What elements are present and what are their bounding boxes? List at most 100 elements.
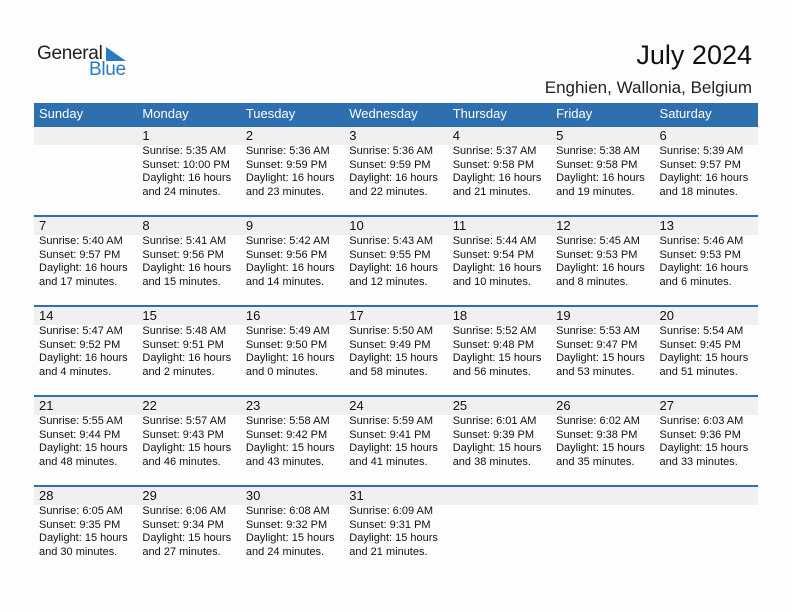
sunrise-time: Sunrise: 5:59 AM [349,415,434,427]
sunrise-time: Sunrise: 5:43 AM [349,235,434,247]
empty-day-cell [34,127,137,199]
day-number: 7 [39,218,47,233]
day-cell: 7 Sunrise: 5:40 AM Sunset: 9:57 PM Daylight… [34,217,137,289]
sunrise-time: Sunrise: 5:45 AM [556,235,640,247]
day-number: 14 [39,308,54,323]
day-cell: 26 Sunrise: 6:02 AM Sunset: 9:38 PM Dayligh… [551,397,654,469]
daylight-minutes: and 38 minutes. [452,455,531,468]
day-number: 28 [39,488,54,503]
week-row: 1 Sunrise: 5:35 AM Sunset: 10:00 PM Dayligh… [34,125,758,215]
weekday-friday: Friday [556,106,593,121]
daylight-hours: Daylight: 16 hours [142,262,232,274]
day-number: 16 [245,308,261,323]
daylight-hours: Daylight: 16 hours [556,262,645,274]
day-number: 30 [245,488,261,503]
sunset-time: Sunset: 9:54 PM [452,248,535,261]
sunrise-time: Sunrise: 5:36 AM [349,145,434,157]
daylight-minutes: and 4 minutes. [39,365,112,378]
sunrise-time: Sunrise: 5:55 AM [39,415,123,427]
empty-day-cell [551,487,654,559]
sunrise-time: Sunrise: 5:48 AM [142,325,227,337]
daylight-minutes: and 22 minutes. [349,185,428,198]
sunrise-time: Sunrise: 5:50 AM [349,325,434,337]
sunset-time: Sunset: 9:38 PM [556,428,638,441]
daylight-hours: Daylight: 15 hours [349,442,438,454]
week-row: 21 Sunrise: 5:55 AM Sunset: 9:44 PM Dayligh… [34,395,758,485]
daylight-minutes: and 17 minutes. [39,275,118,288]
location-subtitle: Enghien, Wallonia, Belgium [544,78,752,97]
day-cell: 4 Sunrise: 5:37 AM Sunset: 9:58 PM Daylight… [448,127,551,199]
day-cell: 13 Sunrise: 5:46 AM Sunset: 9:53 PM Dayligh… [655,217,758,289]
daylight-minutes: and 15 minutes. [142,275,221,288]
day-cell: 22 Sunrise: 5:57 AM Sunset: 9:43 PM Dayligh… [137,397,240,469]
day-cell: 28 Sunrise: 6:05 AM Sunset: 9:35 PM Dayligh… [34,487,137,559]
week-cells: 1 Sunrise: 5:35 AM Sunset: 10:00 PM Dayligh… [34,127,758,199]
daylight-hours: Daylight: 16 hours [245,262,335,274]
daylight-hours: Daylight: 16 hours [245,352,335,364]
sunrise-time: Sunrise: 6:03 AM [659,415,744,427]
sunset-time: Sunset: 9:53 PM [556,248,638,261]
week-row: 7 Sunrise: 5:40 AM Sunset: 9:57 PM Daylight… [34,215,758,305]
day-number: 18 [452,308,468,323]
daylight-minutes: and 21 minutes. [452,185,531,198]
daylight-hours: Daylight: 15 hours [245,442,335,454]
sunset-time: Sunset: 9:51 PM [142,338,224,351]
sunset-time: Sunset: 9:56 PM [142,248,224,261]
day-cell: 2 Sunrise: 5:36 AM Sunset: 9:59 PM Daylight… [241,127,344,199]
day-cell: 5 Sunrise: 5:38 AM Sunset: 9:58 PM Daylight… [551,127,654,199]
sunrise-time: Sunrise: 5:38 AM [556,145,640,157]
day-number: 21 [39,398,54,413]
daylight-hours: Daylight: 15 hours [142,532,232,544]
daylight-hours: Daylight: 15 hours [659,442,749,454]
weekday-saturday: Saturday [659,106,712,121]
day-cell: 31 Sunrise: 6:09 AM Sunset: 9:31 PM Dayligh… [344,487,447,559]
sunrise-time: Sunrise: 5:49 AM [245,325,330,337]
day-number: 26 [556,398,571,413]
sunrise-time: Sunrise: 5:54 AM [659,325,744,337]
day-number: 31 [349,488,364,503]
weekday-thursday: Thursday [452,106,507,121]
week-cells: 14 Sunrise: 5:47 AM Sunset: 9:52 PM Dayligh… [34,307,758,379]
sunset-time: Sunset: 9:48 PM [452,338,535,351]
sunrise-time: Sunrise: 5:37 AM [452,145,537,157]
daylight-minutes: and 12 minutes. [349,275,428,288]
sunrise-time: Sunrise: 5:44 AM [452,235,537,247]
day-cell: 11 Sunrise: 5:44 AM Sunset: 9:54 PM Dayligh… [448,217,551,289]
day-number: 1 [142,128,150,143]
day-number: 12 [556,218,571,233]
sunset-time: Sunset: 10:00 PM [142,158,230,171]
sunset-time: Sunset: 9:57 PM [659,158,741,171]
week-row: 14 Sunrise: 5:47 AM Sunset: 9:52 PM Dayligh… [34,305,758,395]
day-cell: 23 Sunrise: 5:58 AM Sunset: 9:42 PM Dayligh… [241,397,344,469]
day-cell: 17 Sunrise: 5:50 AM Sunset: 9:49 PM Dayligh… [344,307,447,379]
day-number: 25 [452,398,468,413]
day-number: 4 [452,128,460,143]
day-cell: 14 Sunrise: 5:47 AM Sunset: 9:52 PM Dayligh… [34,307,137,379]
sunset-time: Sunset: 9:43 PM [142,428,224,441]
sunset-time: Sunset: 9:50 PM [245,338,328,351]
day-number: 9 [245,218,254,233]
daylight-minutes: and 10 minutes. [452,275,531,288]
day-number: 2 [245,128,254,143]
day-cell: 16 Sunrise: 5:49 AM Sunset: 9:50 PM Dayligh… [241,307,344,379]
daylight-hours: Daylight: 15 hours [349,352,438,364]
daylight-minutes: and 8 minutes. [556,275,629,288]
daylight-hours: Daylight: 16 hours [556,172,645,184]
daylight-minutes: and 14 minutes. [245,275,325,288]
day-number: 8 [142,218,150,233]
daylight-hours: Daylight: 15 hours [556,442,645,454]
day-number: 15 [142,308,157,323]
day-cell: 15 Sunrise: 5:48 AM Sunset: 9:51 PM Dayligh… [137,307,240,379]
day-number: 5 [556,128,564,143]
day-number: 3 [349,128,357,143]
weekday-sunday: Sunday [39,106,84,121]
daylight-hours: Daylight: 16 hours [39,352,128,364]
daylight-minutes: and 24 minutes. [245,545,325,558]
sunrise-time: Sunrise: 6:09 AM [349,505,434,517]
daylight-minutes: and 51 minutes. [659,365,738,378]
daylight-hours: Daylight: 15 hours [556,352,645,364]
daylight-minutes: and 0 minutes. [245,365,318,378]
sunset-time: Sunset: 9:59 PM [245,158,328,171]
sunrise-time: Sunrise: 5:46 AM [659,235,744,247]
daylight-hours: Daylight: 16 hours [349,172,438,184]
